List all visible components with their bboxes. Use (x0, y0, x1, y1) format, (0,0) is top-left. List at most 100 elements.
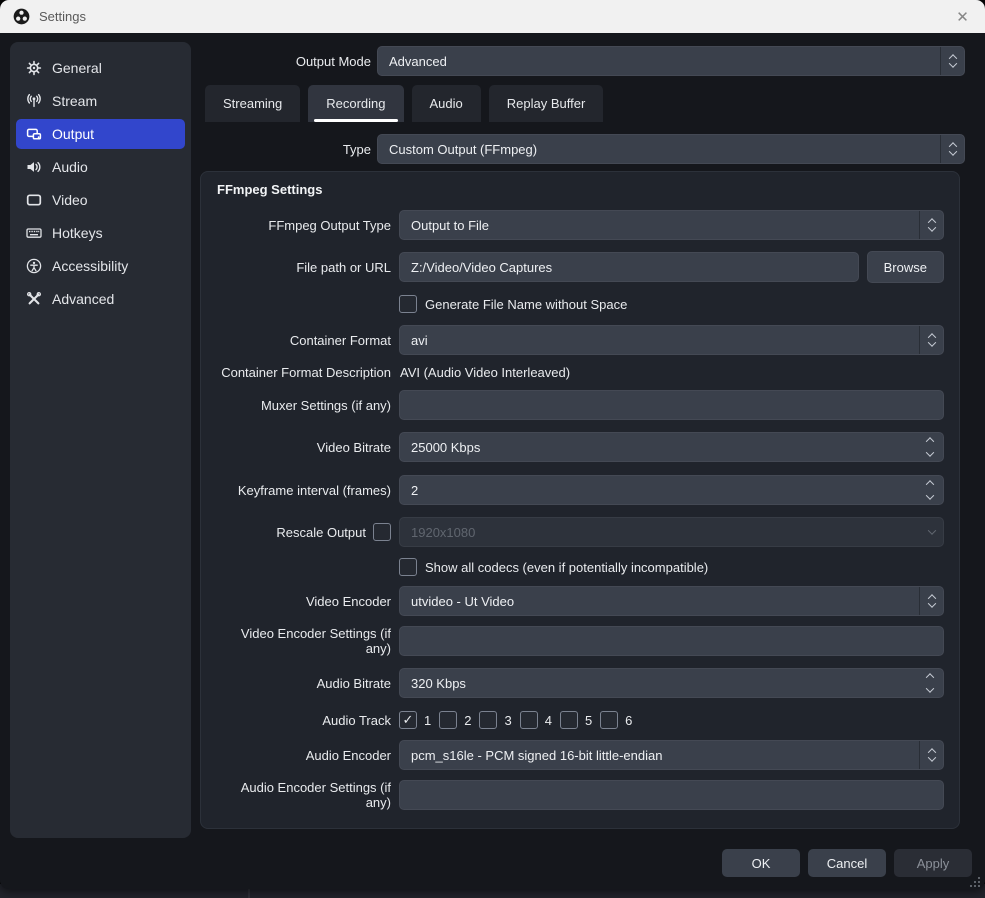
field-label: Rescale Output (276, 525, 366, 540)
track-label: 1 (424, 713, 431, 728)
generate-no-space-checkbox[interactable]: Generate File Name without Space (399, 295, 627, 313)
sidebar-item-video[interactable]: Video (16, 185, 185, 215)
sidebar-item-label: Accessibility (52, 258, 128, 274)
spinbox-arrows[interactable] (917, 476, 943, 504)
obs-logo-icon (13, 8, 30, 25)
sidebar-item-advanced[interactable]: Advanced (16, 284, 185, 314)
spinbox-arrows[interactable] (917, 433, 943, 461)
dialog-footer: OK Cancel Apply (722, 849, 972, 877)
dropdown-spinner[interactable] (919, 587, 943, 615)
dropdown-spinner (920, 518, 943, 546)
audio-track-4-checkbox[interactable]: 4 (520, 711, 552, 729)
output-tabs: Streaming Recording Audio Replay Buffer (205, 85, 985, 122)
sidebar-item-label: Video (52, 192, 88, 208)
recording-type-select[interactable]: Custom Output (FFmpeg) (377, 134, 965, 164)
selected-value: pcm_s16le - PCM signed 16-bit little-end… (400, 748, 662, 763)
video-bitrate-spinbox[interactable]: 25000 Kbps (399, 432, 944, 462)
apply-button[interactable]: Apply (894, 849, 972, 877)
field-label: Video Encoder (217, 594, 391, 609)
container-format-select[interactable]: avi (399, 325, 944, 355)
cancel-button[interactable]: Cancel (808, 849, 886, 877)
sidebar-item-hotkeys[interactable]: Hotkeys (16, 218, 185, 248)
field-label: Audio Bitrate (217, 676, 391, 691)
file-path-input-wrap (399, 252, 859, 282)
output-mode-label: Output Mode (200, 54, 371, 69)
tab-label: Streaming (223, 96, 282, 111)
file-path-row: File path or URL Browse (217, 251, 944, 283)
screen: Settings ✕ General Stream (0, 0, 985, 898)
dropdown-spinner[interactable] (919, 741, 943, 769)
spinbox-arrows[interactable] (917, 669, 943, 697)
ok-button[interactable]: OK (722, 849, 800, 877)
file-path-input[interactable] (400, 260, 858, 275)
resize-grip[interactable] (970, 875, 981, 886)
field-label: Video Bitrate (217, 440, 391, 455)
chevron-down-icon (927, 338, 935, 346)
container-desc-value: AVI (Audio Video Interleaved) (399, 365, 570, 380)
audio-track-1-checkbox[interactable]: ✓1 (399, 711, 431, 729)
dialog-content: General Stream Output (0, 33, 985, 889)
audio-bitrate-spinbox[interactable]: 320 Kbps (399, 668, 944, 698)
checkbox-box (479, 711, 497, 729)
checkbox-label: Generate File Name without Space (425, 297, 627, 312)
ffmpeg-output-type-row: FFmpeg Output Type Output to File (217, 210, 944, 240)
sidebar-item-general[interactable]: General (16, 53, 185, 83)
chevron-down-icon (948, 147, 956, 155)
audio-track-3-checkbox[interactable]: 3 (479, 711, 511, 729)
accessibility-icon (25, 258, 42, 275)
sidebar-item-audio[interactable]: Audio (16, 152, 185, 182)
settings-sidebar: General Stream Output (10, 42, 191, 838)
checkbox-box (399, 295, 417, 313)
video-encoder-settings-input[interactable] (400, 634, 943, 649)
tab-streaming[interactable]: Streaming (205, 85, 300, 122)
type-label: Type (200, 142, 371, 157)
tab-replay-buffer[interactable]: Replay Buffer (489, 85, 604, 122)
tab-label: Replay Buffer (507, 96, 586, 111)
tab-label: Recording (326, 96, 385, 111)
audio-encoder-settings-input[interactable] (400, 788, 943, 803)
output-mode-select[interactable]: Advanced (377, 46, 965, 76)
keyframe-interval-spinbox[interactable]: 2 (399, 475, 944, 505)
tab-audio[interactable]: Audio (412, 85, 481, 122)
video-encoder-settings-row: Video Encoder Settings (if any) (217, 626, 944, 656)
chevron-up-icon (926, 673, 934, 681)
field-label: Container Format (217, 333, 391, 348)
show-all-codecs-row: Show all codecs (even if potentially inc… (399, 558, 944, 576)
audio-track-row: Audio Track ✓1 2 3 4 5 6 (217, 711, 944, 729)
audio-bitrate-row: Audio Bitrate 320 Kbps (217, 668, 944, 698)
muxer-settings-input-wrap (399, 390, 944, 420)
selected-value: Custom Output (FFmpeg) (378, 142, 537, 157)
sidebar-item-stream[interactable]: Stream (16, 86, 185, 116)
selected-value: Output to File (400, 218, 489, 233)
dropdown-spinner[interactable] (919, 326, 943, 354)
sidebar-item-label: Stream (52, 93, 97, 109)
close-button[interactable]: ✕ (940, 0, 985, 33)
output-mode-row: Output Mode Advanced (200, 46, 965, 76)
title-bar[interactable]: Settings ✕ (0, 0, 985, 33)
dropdown-spinner[interactable] (940, 47, 964, 75)
video-encoder-select[interactable]: utvideo - Ut Video (399, 586, 944, 616)
audio-encoder-select[interactable]: pcm_s16le - PCM signed 16-bit little-end… (399, 740, 944, 770)
field-label: Video Encoder Settings (if any) (217, 626, 391, 656)
field-label: File path or URL (217, 260, 391, 275)
audio-track-5-checkbox[interactable]: 5 (560, 711, 592, 729)
browse-button[interactable]: Browse (867, 251, 944, 283)
dropdown-spinner[interactable] (919, 211, 943, 239)
ffmpeg-output-type-select[interactable]: Output to File (399, 210, 944, 240)
audio-track-6-checkbox[interactable]: 6 (600, 711, 632, 729)
dropdown-spinner[interactable] (940, 135, 964, 163)
muxer-settings-input[interactable] (400, 398, 943, 413)
rescale-output-checkbox[interactable] (373, 523, 391, 541)
monitor-icon (25, 192, 42, 209)
sidebar-item-output[interactable]: Output (16, 119, 185, 149)
tab-recording[interactable]: Recording (308, 85, 403, 122)
rescale-output-row: Rescale Output 1920x1080 (217, 517, 944, 547)
field-label: FFmpeg Output Type (217, 218, 391, 233)
show-all-codecs-checkbox[interactable]: Show all codecs (even if potentially inc… (399, 558, 708, 576)
audio-track-2-checkbox[interactable]: 2 (439, 711, 471, 729)
sidebar-item-accessibility[interactable]: Accessibility (16, 251, 185, 281)
checkbox-label: Show all codecs (even if potentially inc… (425, 560, 708, 575)
main-panel: Output Mode Advanced Streaming Recording… (200, 33, 985, 889)
chevron-down-icon (948, 59, 956, 67)
chevron-down-icon (927, 526, 935, 534)
